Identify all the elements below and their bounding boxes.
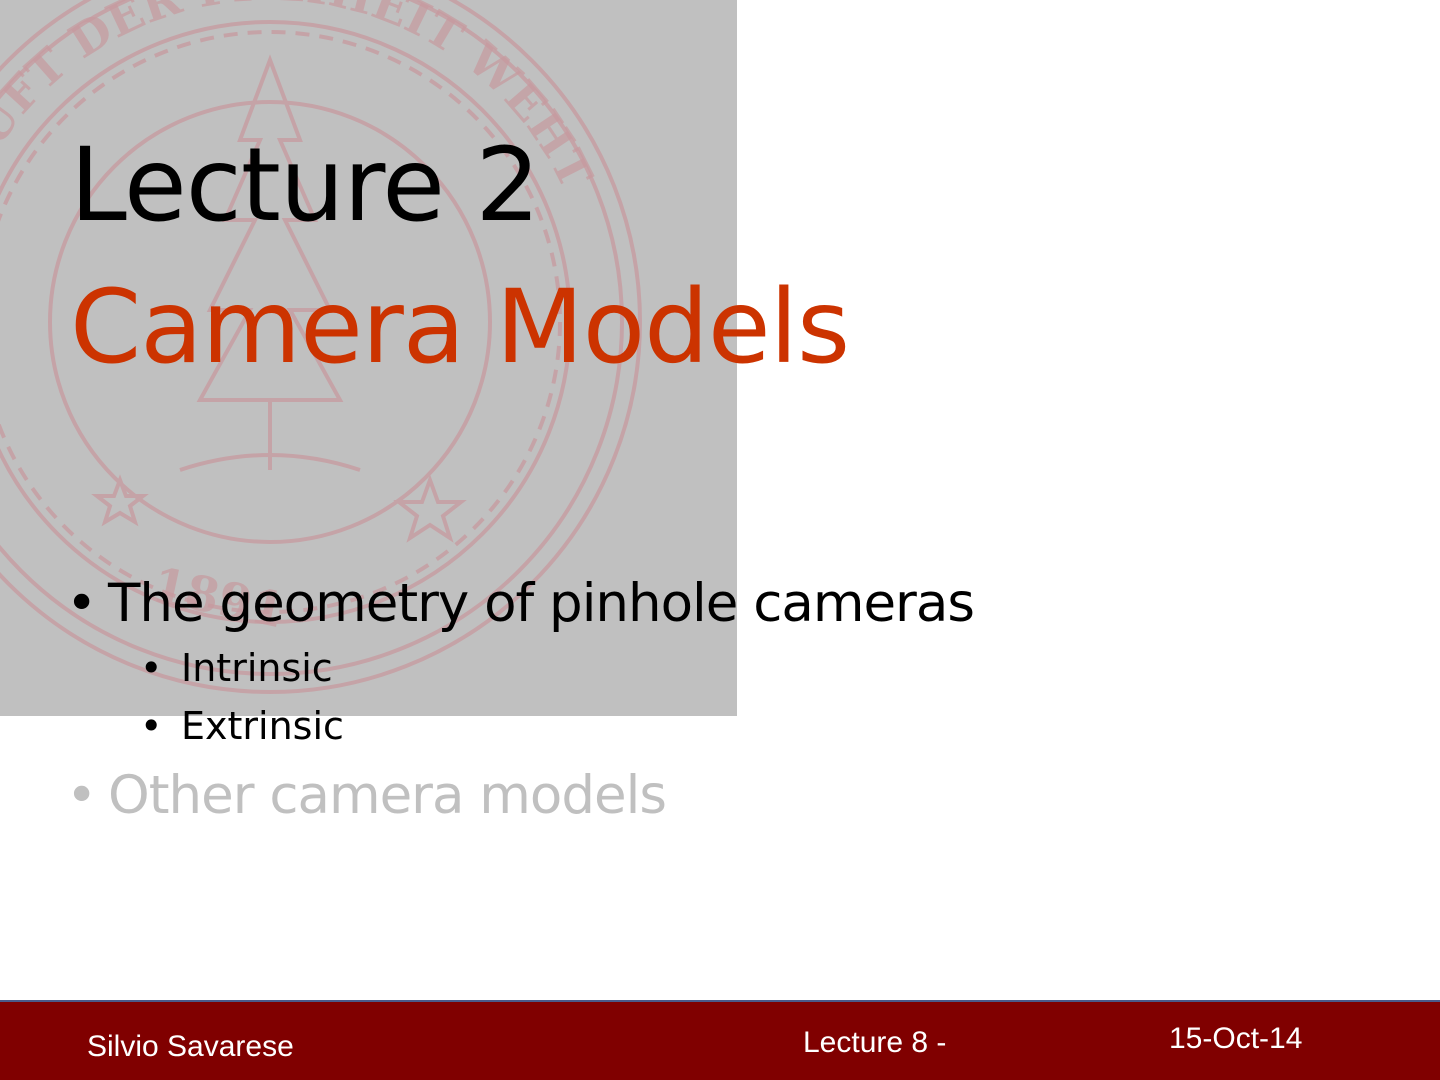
slide-subtitle: Camera Models xyxy=(70,268,850,387)
sub-bullet-text: Intrinsic xyxy=(181,646,333,690)
footer-author: Silvio Savarese xyxy=(87,1030,294,1063)
bullet-item-faded: • Other camera models xyxy=(66,764,667,828)
bullet-text: Other camera models xyxy=(108,765,667,826)
bullet-marker: • xyxy=(66,573,97,634)
sub-bullet-item: • Intrinsic xyxy=(140,645,333,691)
footer-bar: Silvio Savarese Lecture 8 - 15-Oct-14 xyxy=(0,1000,1440,1080)
bullet-text: The geometry of pinhole cameras xyxy=(108,573,975,634)
slide-title: Lecture 2 xyxy=(70,126,540,245)
footer-lecture: Lecture 8 - xyxy=(803,1026,947,1059)
sub-bullet-text: Extrinsic xyxy=(181,704,344,748)
sub-bullet-marker: • xyxy=(140,704,163,748)
footer-date: 15-Oct-14 xyxy=(1169,1022,1303,1055)
sub-bullet-marker: • xyxy=(140,646,163,690)
slide: DIE LUFT DER FREIHEIT WEHT 1891 Lecture … xyxy=(0,0,1440,1080)
bullet-marker: • xyxy=(66,765,97,826)
sub-bullet-item: • Extrinsic xyxy=(140,703,344,749)
bullet-item-active: • The geometry of pinhole cameras xyxy=(66,572,975,636)
